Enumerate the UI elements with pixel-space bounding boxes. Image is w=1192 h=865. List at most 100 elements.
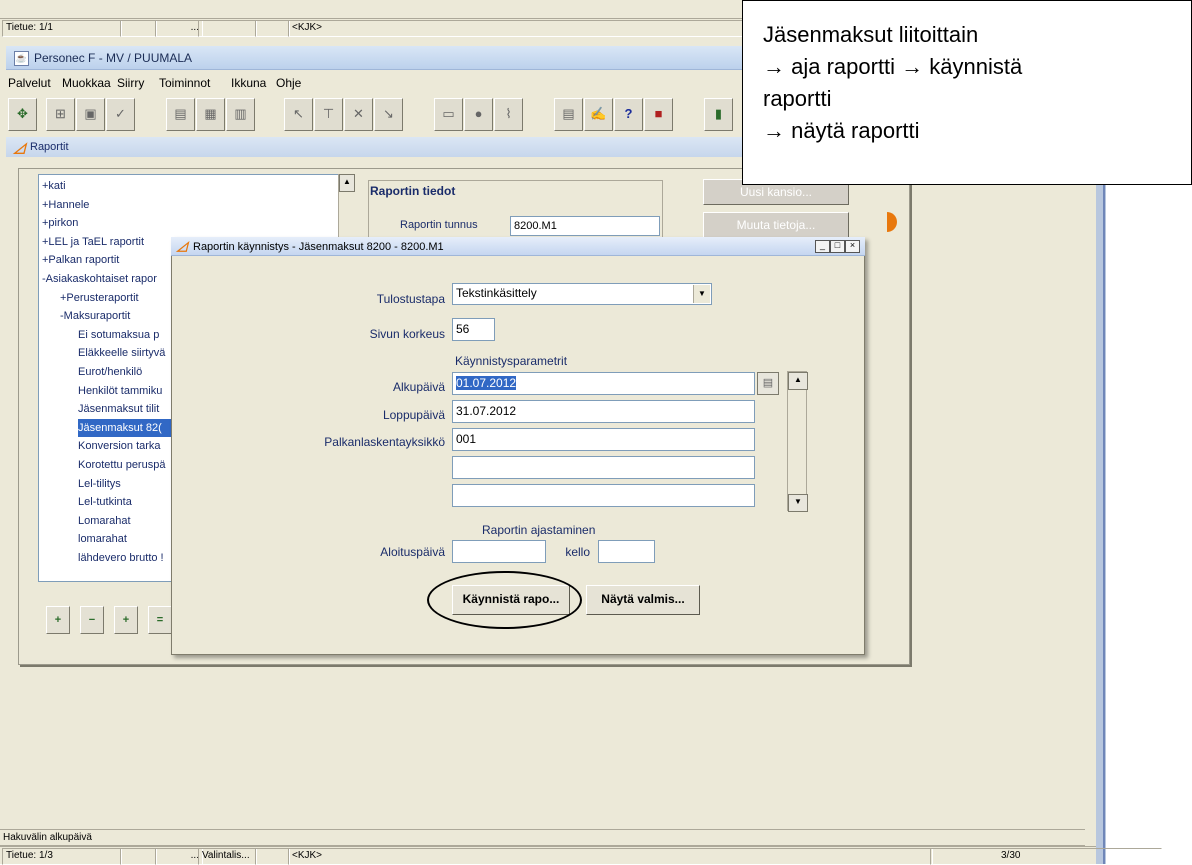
scroll-down-icon[interactable]: ▼ <box>788 494 808 512</box>
annotation-callout: Jäsenmaksut liitoittain → aja raportti →… <box>742 0 1192 185</box>
scroll-up-icon[interactable]: ▲ <box>339 174 355 192</box>
status-empty-2 <box>255 848 290 865</box>
start-date-field[interactable]: 01.07.2012 <box>452 372 755 395</box>
dialog-titlebar[interactable]: ◿ Raportin käynnistys - Jäsenmaksut 8200… <box>171 237 865 256</box>
filter-icon[interactable]: ⊤ <box>314 98 343 131</box>
tree-item[interactable]: Eläkkeelle siirtyvä <box>78 344 165 362</box>
param-field-5[interactable] <box>452 484 755 507</box>
chevron-down-icon[interactable]: ▼ <box>693 285 710 303</box>
dialog-title: Raportin käynnistys - Jäsenmaksut 8200 -… <box>193 241 444 253</box>
top-record-counter: Tietue: 1/1 <box>2 20 122 37</box>
begin-date-label: Aloituspäivä <box>380 545 445 559</box>
report-id-label: Raportin tunnus <box>400 219 478 231</box>
tree-item[interactable]: lomarahat <box>78 530 127 548</box>
start-parameters-heading: Käynnistysparametrit <box>455 354 568 368</box>
tree-item[interactable]: +LEL ja TaEL raportit <box>42 233 144 251</box>
fax-icon[interactable]: ▭ <box>434 98 463 131</box>
tree-item[interactable]: lähdevero brutto ! <box>78 549 164 567</box>
tree-item[interactable]: Lel-tilitys <box>78 475 121 493</box>
end-date-field[interactable]: 31.07.2012 <box>452 400 755 423</box>
tree-item[interactable]: Eurot/henkilö <box>78 363 142 381</box>
edit-filter-icon[interactable]: ↘ <box>374 98 403 131</box>
selection-list-status: Valintalis... <box>198 848 257 865</box>
form-icon[interactable]: ▤ <box>554 98 583 131</box>
scroll-up-icon[interactable]: ▲ <box>788 372 808 390</box>
report-info-title: Raportin tiedot <box>370 184 456 198</box>
menu-siirry[interactable]: Siirry <box>117 76 144 90</box>
params-scrollbar[interactable]: ▲ ▼ <box>787 371 808 512</box>
output-mode-select[interactable]: Tekstinkäsittely ▼ <box>452 283 712 305</box>
book-icon[interactable]: ■ <box>644 98 673 131</box>
top-status-dots: ... <box>155 20 203 37</box>
top-status-empty3 <box>255 20 290 37</box>
param-field-4[interactable] <box>452 456 755 479</box>
start-date-label: Alkupäivä <box>392 380 445 394</box>
accept-icon[interactable]: ✓ <box>106 98 135 131</box>
menu-palvelut[interactable]: Palvelut <box>8 76 51 90</box>
record-counter: Tietue: 1/3 <box>2 848 122 865</box>
begin-date-field[interactable] <box>452 540 546 563</box>
highlight-ellipse <box>427 571 582 629</box>
menu-muokkaa[interactable]: Muokkaa <box>62 76 111 90</box>
tree-item[interactable]: +Perusteraportit <box>60 289 139 307</box>
clear-filter-icon[interactable]: ✕ <box>344 98 373 131</box>
show-ready-button[interactable]: Näytä valmis... <box>586 585 700 615</box>
maximize-icon[interactable]: □ <box>830 240 845 253</box>
grid-icon[interactable]: ▥ <box>226 98 255 131</box>
tree-item[interactable]: +Palkan raportit <box>42 251 119 269</box>
tree-item[interactable]: Henkilöt tammiku <box>78 382 162 400</box>
save-icon[interactable]: ▣ <box>76 98 105 131</box>
print-icon[interactable]: ▤ <box>166 98 195 131</box>
top-status-kjk: <KJK> <box>288 20 743 37</box>
hint-bar: Hakuvälin alkupäivä <box>0 829 1085 846</box>
expand-all-icon[interactable]: + <box>114 606 138 634</box>
menu-toiminnot[interactable]: Toiminnot <box>159 76 210 90</box>
callout-line-1: Jäsenmaksut liitoittain <box>763 22 979 47</box>
field-hint: Hakuvälin alkupäivä <box>3 832 92 843</box>
tree-item[interactable]: +Hannele <box>42 196 89 214</box>
attachment-icon[interactable]: ⌇ <box>494 98 523 131</box>
collapse-node-icon[interactable]: − <box>80 606 104 634</box>
search-icon[interactable]: ↖ <box>284 98 313 131</box>
status-empty-1 <box>120 848 157 865</box>
payroll-unit-field[interactable]: 001 <box>452 428 755 451</box>
minimize-icon[interactable]: _ <box>815 240 830 253</box>
tree-item[interactable]: Lomarahat <box>78 512 131 530</box>
status-dots: ... <box>155 848 203 865</box>
exit-door-icon[interactable]: ▮ <box>704 98 733 131</box>
time-field[interactable] <box>598 540 655 563</box>
note-icon[interactable]: ✍ <box>584 98 613 131</box>
collapse-all-icon[interactable]: = <box>148 606 172 634</box>
tree-item[interactable]: +pirkon <box>42 214 78 232</box>
expand-node-icon[interactable]: + <box>46 606 70 634</box>
new-record-icon[interactable]: ⊞ <box>46 98 75 131</box>
callout-line-4: → näytä raportti <box>763 118 920 143</box>
page-height-field[interactable]: 56 <box>452 318 495 341</box>
reports-window-title: Raportit <box>30 141 69 153</box>
menu-ikkuna[interactable]: Ikkuna <box>231 76 266 90</box>
status-kjk: <KJK> <box>288 848 933 865</box>
start-date-value: 01.07.2012 <box>456 376 517 390</box>
calendar-icon[interactable]: ▤ <box>757 372 779 395</box>
edit-info-button[interactable]: Muuta tietoja... <box>703 212 849 238</box>
close-icon[interactable]: × <box>845 240 860 253</box>
tree-item[interactable]: Konversion tarka <box>78 437 161 455</box>
menu-ohje[interactable]: Ohje <box>276 76 301 90</box>
tree-item[interactable]: -Maksuraportit <box>60 307 130 325</box>
tree-item[interactable]: +kati <box>42 177 66 195</box>
preview-icon[interactable]: ▦ <box>196 98 225 131</box>
tree-item[interactable]: -Asiakaskohtaiset rapor <box>42 270 157 288</box>
report-id-field[interactable]: 8200.M1 <box>510 216 660 236</box>
tree-item[interactable]: Korotettu peruspä <box>78 456 165 474</box>
tree-item[interactable]: Ei sotumaksua p <box>78 326 159 344</box>
globe-icon[interactable]: ● <box>464 98 493 131</box>
time-label: kello <box>565 545 590 559</box>
help-icon[interactable]: ? <box>614 98 643 131</box>
navigate-icon[interactable]: ✥ <box>8 98 37 131</box>
callout-line-2: → aja raportti → käynnistä <box>763 54 1023 79</box>
callout-line-3: raportti <box>763 86 832 111</box>
tree-item[interactable]: Lel-tutkinta <box>78 493 132 511</box>
tree-item[interactable]: Jäsenmaksut tilit <box>78 400 159 418</box>
window-title: Personec F - MV / PUUMALA <box>34 51 193 65</box>
output-mode-label: Tulostustapa <box>376 292 445 306</box>
